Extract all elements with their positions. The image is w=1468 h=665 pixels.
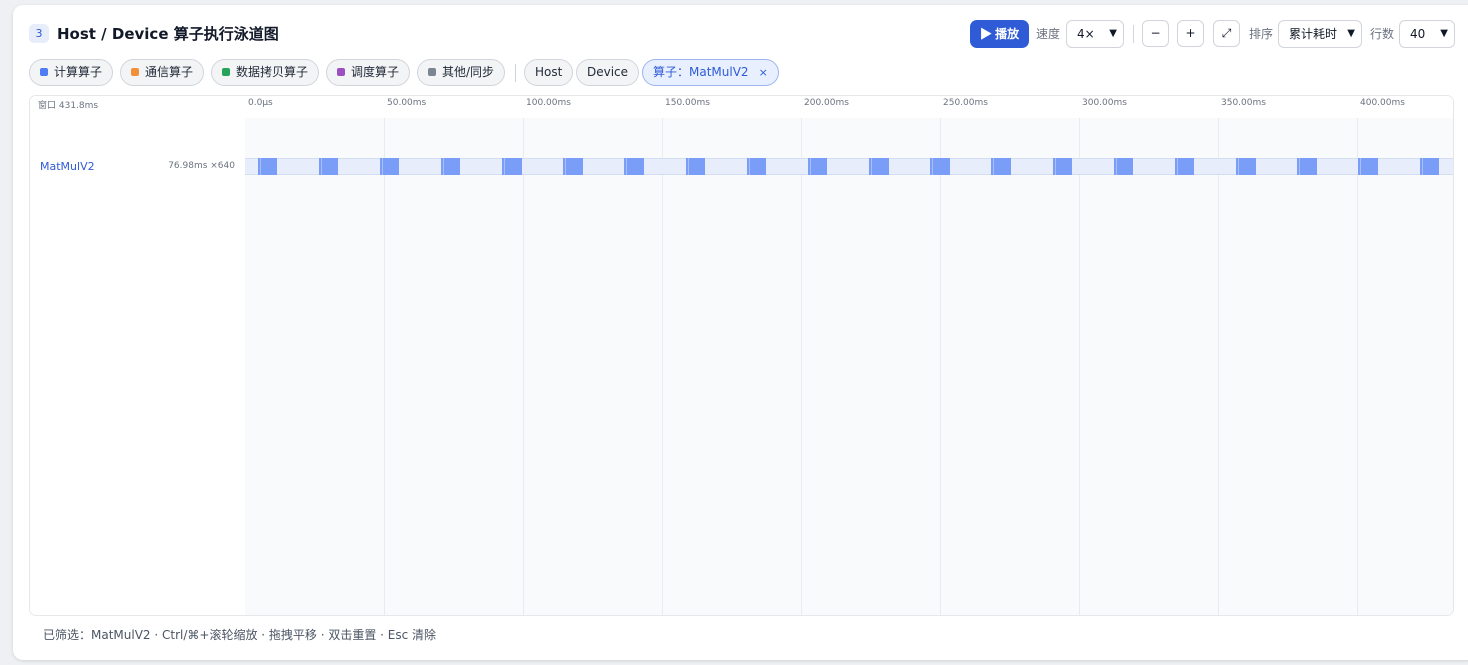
op-execution-block[interactable]: [502, 158, 522, 175]
section-badge: 3: [29, 24, 49, 43]
rows-select[interactable]: 40 ▼: [1399, 20, 1455, 48]
chip-label: 调度算子: [351, 65, 400, 79]
data-copy-color-dot: [222, 68, 230, 76]
scheduling-color-dot: [337, 68, 345, 76]
op-execution-block[interactable]: [1174, 158, 1195, 175]
page-title: Host / Device 算子执行泳道图: [57, 25, 279, 43]
op-execution-block[interactable]: [257, 158, 277, 175]
time-tick-label: 150.00ms: [665, 98, 710, 108]
speed-select[interactable]: 4× ▼: [1066, 20, 1124, 48]
op-execution-block[interactable]: [1052, 158, 1073, 175]
filter-chip-host[interactable]: Host: [524, 59, 574, 86]
chevron-down-icon: ▼: [1440, 28, 1448, 39]
filter-divider: [515, 64, 516, 82]
lane-name[interactable]: MatMulV2: [40, 160, 95, 173]
chevron-down-icon: ▼: [1109, 28, 1117, 39]
zoom-out-button[interactable]: −: [1142, 20, 1169, 47]
op-execution-block[interactable]: [1419, 158, 1439, 175]
time-tick-label: 0.0μs: [248, 98, 273, 108]
time-tick-label: 250.00ms: [943, 98, 988, 108]
op-execution-block[interactable]: [1113, 158, 1134, 175]
zoom-in-button[interactable]: +: [1177, 20, 1204, 47]
chip-label: 数据拷贝算子: [236, 65, 309, 79]
op-execution-block[interactable]: [685, 158, 706, 175]
speed-value: 4×: [1077, 27, 1095, 41]
rows-value: 40: [1410, 27, 1426, 41]
play-button[interactable]: ▶ 播放: [970, 20, 1029, 48]
lane-stat: 76.98ms ×640: [168, 161, 235, 171]
time-tick-label: 50.00ms: [387, 98, 427, 108]
sort-value: 累计耗时: [1289, 27, 1338, 41]
time-ruler: 0.0μs 50.00ms 100.00ms 150.00ms 200.00ms 250.…: [245, 96, 1453, 118]
op-execution-block[interactable]: [563, 158, 583, 175]
rows-label: 行数: [1370, 27, 1395, 41]
close-icon[interactable]: ×: [759, 66, 768, 79]
op-execution-block[interactable]: [746, 158, 767, 175]
toolbar-divider: [1133, 25, 1134, 43]
filter-chip-compute[interactable]: 计算算子: [29, 59, 114, 86]
time-tick-label: 300.00ms: [1082, 98, 1127, 108]
op-execution-block[interactable]: [807, 158, 828, 175]
time-tick-label: 350.00ms: [1221, 98, 1266, 108]
filter-chip-scheduling[interactable]: 调度算子: [326, 59, 411, 86]
chevron-down-icon: ▼: [1347, 28, 1355, 39]
op-execution-block[interactable]: [318, 158, 339, 175]
filter-chip-data-copy[interactable]: 数据拷贝算子: [211, 59, 320, 86]
window-duration-label: 窗口 431.8ms: [38, 101, 99, 111]
expand-icon: ⤢: [1221, 26, 1232, 40]
communication-color-dot: [131, 68, 139, 76]
active-filter-label: 算子：MatMulV2: [653, 65, 749, 79]
time-tick-label: 200.00ms: [804, 98, 849, 108]
op-execution-block[interactable]: [991, 158, 1011, 175]
op-execution-block[interactable]: [379, 158, 400, 175]
filter-chip-device[interactable]: Device: [576, 59, 640, 86]
lane-label-column: 窗口 431.8ms MatMulV2 76.98ms ×640: [30, 96, 246, 615]
op-execution-block[interactable]: [930, 158, 950, 175]
chip-label: 计算算子: [54, 65, 103, 79]
sort-label: 排序: [1249, 27, 1274, 41]
lane-row-matmulv2[interactable]: [245, 158, 1453, 175]
status-hint: 已筛选：MatMulV2 · Ctrl/⌘+滚轮缩放 · 拖拽平移 · 双击重置…: [43, 628, 437, 642]
op-execution-block[interactable]: [1236, 158, 1256, 175]
op-execution-block[interactable]: [440, 158, 461, 175]
op-execution-block[interactable]: [1358, 158, 1378, 175]
chip-label: 通信算子: [145, 65, 194, 79]
swimlane-panel[interactable]: 窗口 431.8ms MatMulV2 76.98ms ×640 0.0μs 50…: [29, 95, 1454, 616]
time-tick-label: 100.00ms: [526, 98, 571, 108]
op-execution-block[interactable]: [1297, 158, 1317, 175]
timeline-track[interactable]: 0.0μs 50.00ms 100.00ms 150.00ms 200.00ms 250.…: [245, 96, 1453, 615]
op-execution-block[interactable]: [624, 158, 644, 175]
active-filter-chip[interactable]: 算子：MatMulV2 ×: [642, 59, 779, 86]
compute-color-dot: [40, 68, 48, 76]
chip-label: 其他/同步: [442, 65, 495, 79]
fit-view-button[interactable]: ⤢: [1213, 20, 1240, 47]
other-sync-color-dot: [428, 68, 436, 76]
filter-chip-communication[interactable]: 通信算子: [120, 59, 205, 86]
sort-select[interactable]: 累计耗时 ▼: [1278, 20, 1362, 48]
time-tick-label: 400.00ms: [1360, 98, 1405, 108]
op-execution-block[interactable]: [869, 158, 889, 175]
speed-label: 速度: [1036, 27, 1061, 41]
filter-chip-other-sync[interactable]: 其他/同步: [417, 59, 506, 86]
